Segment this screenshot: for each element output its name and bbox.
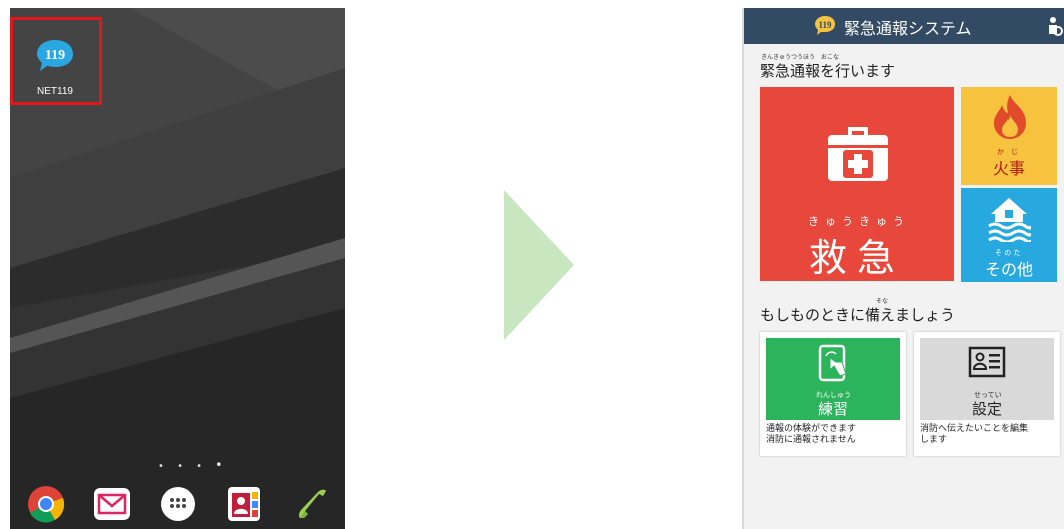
practice-description: 通報の体験ができます 消防に通報されません [766,424,904,446]
first-aid-kit-icon [828,127,888,181]
app-header: 119 緊急通報システム [744,8,1064,44]
settings-card[interactable]: せってい 設定 消防へ伝えたいことを編集 します [914,332,1060,456]
accessibility-person-icon[interactable] [1044,15,1064,37]
settings-desc-line2: します [920,435,948,445]
practice-label: 練習 [817,400,848,418]
prepare-heading: もしものときに備えましょう [760,306,956,324]
practice-desc-line2: 消防に通報されません [766,435,856,445]
app-title: 緊急通報システム [844,19,972,38]
other-label: その他 [984,260,1033,279]
settings-desc-line1: 消防へ伝えたいことを編集 [920,424,1029,434]
flame-icon [994,95,1026,139]
emergency-heading: 緊急通報を行います [760,62,896,80]
mail-icon[interactable] [92,484,132,524]
tap-phone-icon [818,344,847,382]
practice-card[interactable]: れんしゅう 練習 通報の体験ができます 消防に通報されません [760,332,906,456]
id-card-icon [968,346,1006,378]
contacts-icon[interactable] [224,484,264,524]
app-drawer-icon[interactable] [158,484,198,524]
page-indicator: • • • • [158,458,228,472]
ambulance-label: 救急 [808,236,905,280]
arrow-right-icon [504,190,574,340]
fire-button[interactable]: か じ 火事 [961,87,1057,185]
net119-logo-icon: 119 [815,16,835,35]
fire-label: 火事 [992,159,1025,178]
settings-panel: せってい 設定 [920,338,1054,420]
chrome-icon[interactable] [26,484,66,524]
net119-app-screen: 119 緊急通報システム きんきゅうつうほう おこな 緊急通報を行います きゅう… [742,8,1064,529]
app-icon-highlight [10,17,102,105]
other-emergency-button[interactable]: そ の た その他 [961,188,1057,282]
phone-icon[interactable] [292,484,332,524]
settings-label: 設定 [971,400,1002,418]
practice-desc-line1: 通報の体験ができます [766,424,857,434]
svg-text:119: 119 [818,20,832,30]
practice-panel: れんしゅう 練習 [766,338,900,420]
dock [10,478,345,529]
ambulance-button[interactable]: きゅうきゅう 救急 [760,87,954,281]
flood-house-icon [988,198,1031,242]
settings-description: 消防へ伝えたいことを編集 します [920,424,1058,446]
